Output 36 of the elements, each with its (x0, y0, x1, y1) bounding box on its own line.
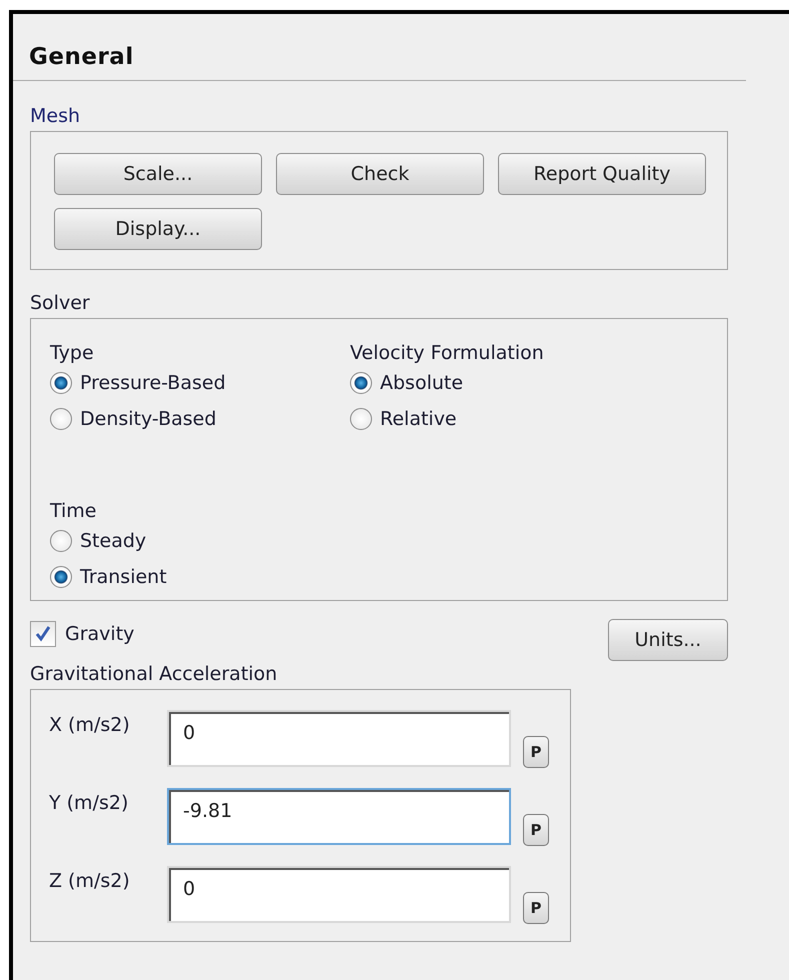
radio-label: Transient (80, 566, 167, 588)
group-label: Gravitational Acceleration (30, 663, 278, 687)
field-label: X (m/s2) (49, 713, 131, 736)
parameter-button[interactable]: P (523, 814, 549, 846)
option-group-label: Velocity Formulation (350, 341, 544, 365)
checkbox[interactable] (30, 621, 56, 647)
field-label: Y (m/s2) (49, 791, 130, 814)
mesh-button[interactable]: Scale... (54, 153, 262, 195)
radio-label: Pressure-Based (80, 372, 226, 394)
radio-label: Steady (80, 530, 146, 552)
radio-button[interactable] (350, 408, 372, 430)
radio-label: Density-Based (80, 408, 216, 430)
radio-button[interactable] (50, 530, 72, 552)
radio-button[interactable] (350, 372, 372, 394)
mesh-button[interactable]: Report Quality (498, 153, 706, 195)
group-label: Mesh (30, 105, 80, 129)
input-field[interactable]: 0 (167, 710, 511, 767)
radio-button[interactable] (50, 566, 72, 588)
input-field[interactable]: 0 (167, 866, 511, 923)
radio-button[interactable] (50, 372, 72, 394)
checkmark-icon (34, 625, 52, 643)
field-label: Z (m/s2) (49, 869, 131, 892)
checkbox-label: Gravity (65, 623, 134, 645)
option-group-label: Type (50, 341, 94, 365)
input-field[interactable]: -9.81 (167, 788, 511, 845)
radio-button[interactable] (50, 408, 72, 430)
mesh-button[interactable]: Display... (54, 208, 262, 250)
parameter-button[interactable]: P (523, 892, 549, 924)
radio-label: Absolute (380, 372, 464, 394)
mesh-button[interactable]: Check (276, 153, 484, 195)
option-group-label: Time (50, 499, 96, 523)
group-label: Solver (30, 292, 90, 316)
radio-label: Relative (380, 408, 457, 430)
units-button[interactable]: Units... (608, 619, 728, 661)
panel-title: General (28, 44, 135, 72)
parameter-button[interactable]: P (523, 736, 549, 768)
